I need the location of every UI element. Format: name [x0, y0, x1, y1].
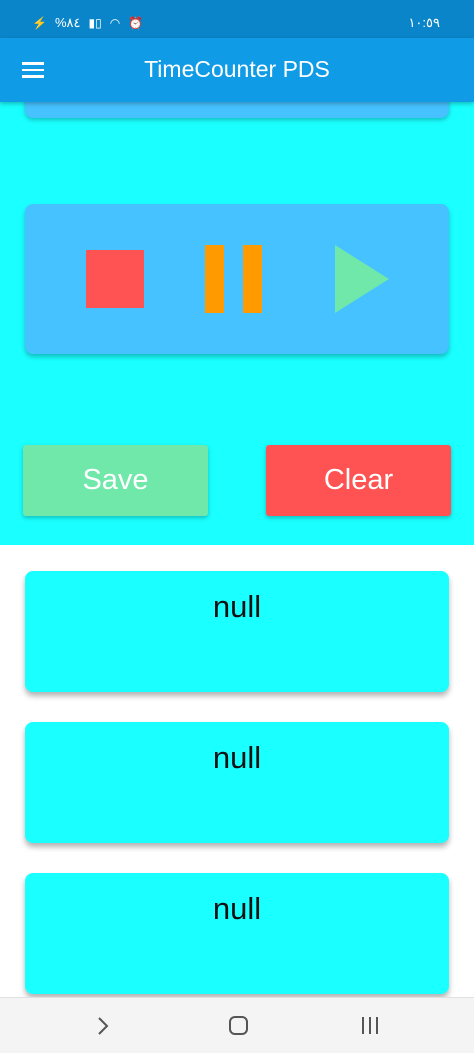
list-item-text: null [212, 891, 262, 926]
status-time: ١٠:٥٩ [408, 15, 440, 30]
battery-charging-icon: ⚡ [32, 16, 47, 30]
home-icon[interactable] [229, 1016, 248, 1035]
list-item[interactable]: null [25, 722, 449, 843]
wifi-icon: ◠ [109, 16, 121, 30]
stop-icon[interactable] [86, 250, 144, 308]
play-icon[interactable] [335, 245, 389, 313]
records-list[interactable]: null null null [0, 545, 474, 997]
save-button[interactable]: Save [23, 445, 208, 516]
back-icon[interactable] [96, 1016, 110, 1036]
timer-panel: Save Clear [0, 102, 474, 545]
status-left: ⚡ %٨٤ ▮▯ ◠ ⏰ [32, 15, 143, 31]
list-item-text: null [212, 740, 262, 775]
list-item-text: null [212, 589, 262, 624]
system-nav-bar [0, 997, 474, 1053]
status-bar: ⚡ %٨٤ ▮▯ ◠ ⏰ ١٠:٥٩ [0, 0, 474, 38]
clear-button[interactable]: Clear [266, 445, 451, 516]
timer-display-card [25, 102, 449, 118]
list-item[interactable]: null [25, 571, 449, 692]
app-title: TimeCounter PDS [144, 56, 330, 82]
list-item[interactable]: null [25, 873, 449, 994]
alarm-icon: ⏰ [128, 16, 144, 30]
battery-percentage: %٨٤ [54, 15, 81, 30]
pause-icon[interactable] [205, 245, 265, 313]
recents-icon[interactable] [362, 1017, 380, 1035]
signal-icon: ▮▯ [88, 16, 102, 30]
playback-controls-card [25, 204, 449, 354]
app-bar: TimeCounter PDS [0, 38, 474, 102]
